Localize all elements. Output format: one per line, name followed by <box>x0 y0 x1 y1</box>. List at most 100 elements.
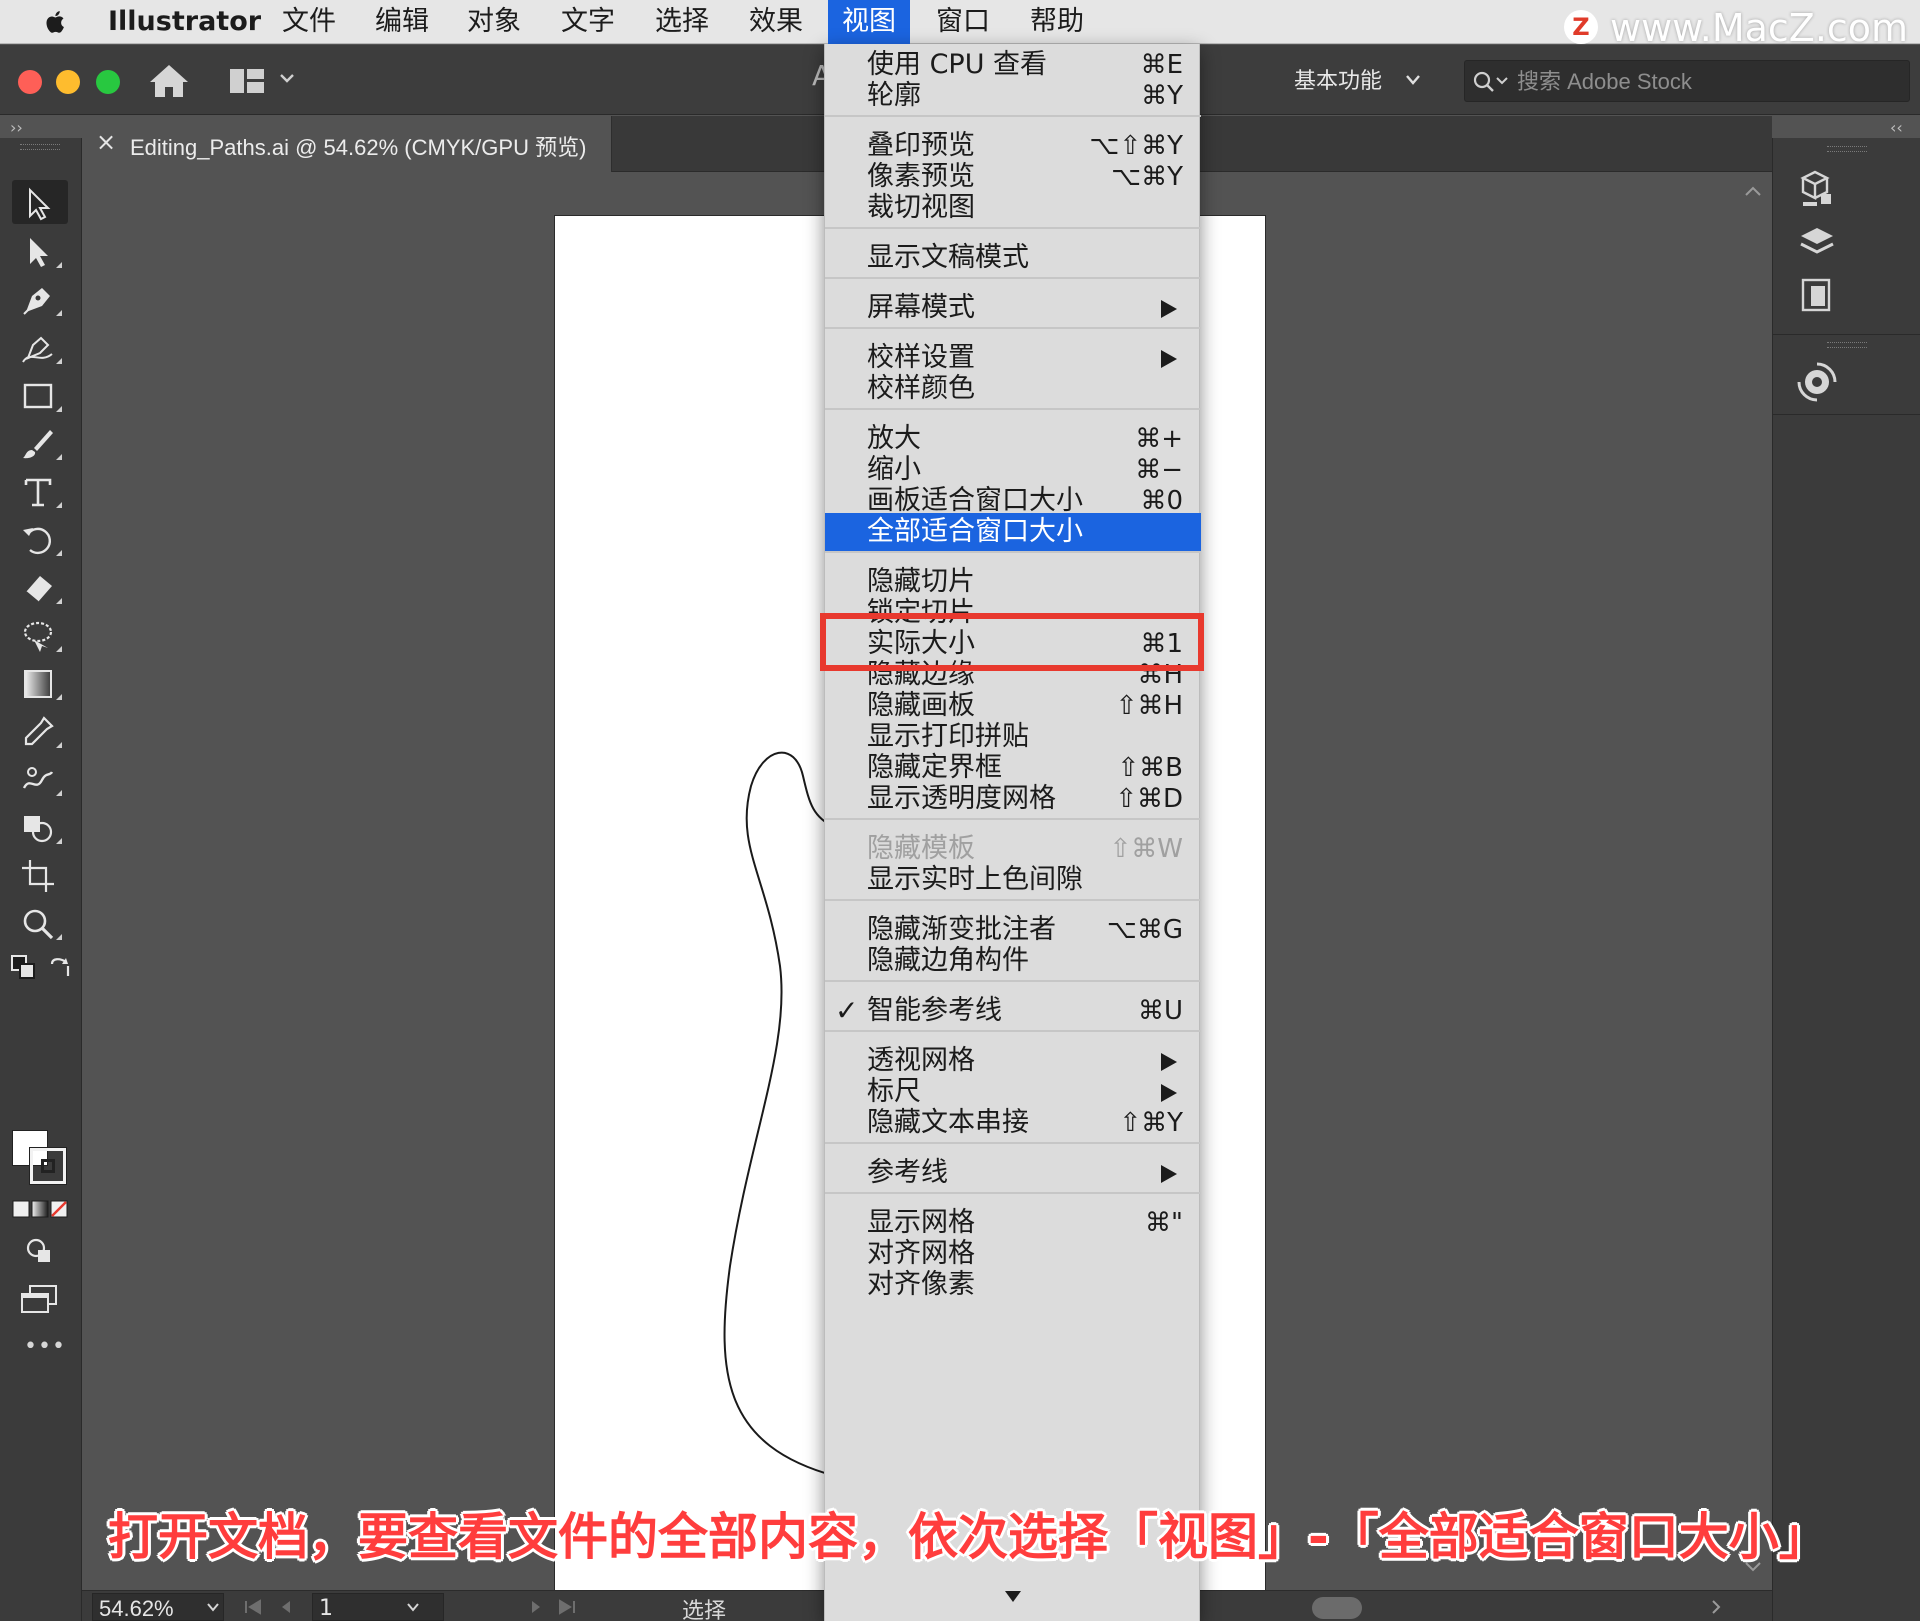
screen-mode-icon[interactable] <box>20 1284 58 1314</box>
panel-grip[interactable] <box>1827 146 1867 152</box>
stroke-color-swatch[interactable] <box>29 1147 67 1185</box>
default-fill-stroke-icon[interactable] <box>10 954 36 980</box>
close-window-button[interactable] <box>18 70 42 94</box>
view-menu-item[interactable]: 参考线 <box>825 1154 1201 1192</box>
panel-divider <box>1773 414 1920 415</box>
collapse-right-panel-button[interactable]: ‹‹ <box>1890 118 1903 137</box>
current-tool-status: 选择 <box>682 1599 727 1621</box>
rectangle-tool-icon <box>23 383 53 409</box>
artboard-number-field[interactable]: 1 <box>312 1593 444 1621</box>
chevron-down-icon[interactable] <box>405 1600 421 1614</box>
menu-item-label: 显示文稿模式 <box>867 242 1029 273</box>
menu-type[interactable]: 文字 <box>561 0 615 44</box>
menu-object[interactable]: 对象 <box>467 0 521 44</box>
view-menu-item[interactable]: 对齐像素 <box>825 1266 1201 1304</box>
pen-tool-icon <box>23 288 50 315</box>
lasso-tool[interactable] <box>12 612 68 656</box>
horizontal-scrollbar-thumb[interactable] <box>1312 1597 1362 1619</box>
next-artboard-icon[interactable] <box>528 1599 544 1615</box>
workspace-switcher[interactable]: 基本功能 <box>1294 63 1382 95</box>
document-tab[interactable]: × Editing_Paths.ai @ 54.62% (CMYK/GPU 预览… <box>82 116 612 172</box>
zoom-tool-icon <box>23 909 54 940</box>
menu-item-label: 显示透明度网格 <box>867 783 1056 814</box>
color-mode-icon[interactable] <box>12 1198 68 1220</box>
previous-artboard-icon[interactable] <box>278 1599 294 1615</box>
chevron-down-icon[interactable] <box>1404 73 1422 87</box>
menu-item-label: 校样颜色 <box>867 373 975 404</box>
lasso-tool-icon <box>23 621 53 652</box>
pen-tool[interactable] <box>12 276 68 320</box>
minimize-window-button[interactable] <box>56 70 80 94</box>
zoom-window-button[interactable] <box>96 70 120 94</box>
submenu-arrow-icon <box>1161 1053 1177 1071</box>
zoom-tool[interactable] <box>12 900 68 944</box>
chevron-down-icon[interactable] <box>205 1600 221 1614</box>
home-icon[interactable] <box>148 63 190 99</box>
close-tab-icon[interactable]: × <box>96 128 116 156</box>
panel-grip[interactable] <box>1827 342 1867 348</box>
menu-scroll-down-icon[interactable] <box>1003 1588 1023 1604</box>
search-input[interactable] <box>1517 67 1897 97</box>
puppet-warp-tool[interactable] <box>12 756 68 800</box>
libraries-icon[interactable] <box>1793 164 1841 212</box>
menu-edit[interactable]: 编辑 <box>375 0 429 44</box>
stock-search-box[interactable] <box>1464 60 1910 102</box>
menu-window[interactable]: 窗口 <box>936 0 990 44</box>
submenu-arrow-icon <box>1161 1165 1177 1183</box>
menu-view[interactable]: 视图 <box>828 0 910 44</box>
menu-item-label: 隐藏边角构件 <box>867 945 1029 976</box>
view-menu-item[interactable]: ✓ 智能参考线 ⌘U <box>825 992 1201 1030</box>
watermark-text: www.MacZ.com <box>1610 6 1909 50</box>
selection-tool[interactable] <box>12 180 68 224</box>
rectangle-tool[interactable] <box>12 372 68 416</box>
view-menu-item[interactable]: 全部适合窗口大小 <box>825 513 1201 551</box>
view-menu-item[interactable]: 隐藏边角构件 <box>825 942 1201 980</box>
artboards-panel-icon[interactable] <box>1793 272 1841 320</box>
eraser-tool[interactable] <box>12 564 68 608</box>
type-tool[interactable] <box>12 468 68 512</box>
swap-fill-stroke-icon[interactable] <box>48 954 74 980</box>
view-menu-dropdown: 使用 CPU 查看 ⌘E 轮廓 ⌘Y 叠印预览 ⌥⇧⌘Y 像素预览 ⌥⌘Y 裁切视图 显示文稿模式… <box>824 44 1201 1621</box>
view-menu-item[interactable]: 隐藏文本串接 ⇧⌘Y <box>825 1104 1201 1142</box>
scroll-up-icon[interactable] <box>1742 182 1764 200</box>
view-menu-item[interactable]: 显示实时上色间隙 <box>825 861 1201 899</box>
arrange-documents-icon[interactable] <box>228 67 266 95</box>
first-artboard-icon[interactable] <box>242 1599 264 1615</box>
artboard-tool[interactable] <box>12 852 68 896</box>
menu-help[interactable]: 帮助 <box>1030 0 1084 44</box>
gradient-tool[interactable] <box>12 660 68 704</box>
artboard-tool-icon <box>22 860 54 892</box>
apple-logo-icon[interactable] <box>42 8 70 36</box>
menu-select[interactable]: 选择 <box>655 0 709 44</box>
menu-separator <box>825 548 1201 556</box>
direct-selection-tool[interactable] <box>12 228 68 272</box>
view-menu-item[interactable]: 屏幕模式 <box>825 289 1201 327</box>
scroll-right-icon[interactable] <box>1708 1599 1724 1615</box>
view-menu-item[interactable]: 裁切视图 <box>825 189 1201 227</box>
macos-menu-bar: Illustrator 文件 编辑 对象 文字 选择 效果 视图 窗口 帮助 Z… <box>0 0 1920 50</box>
menu-app-name[interactable]: Illustrator <box>108 0 261 44</box>
drawing-mode-icon[interactable] <box>24 1236 54 1266</box>
view-menu-item[interactable]: 显示透明度网格 ⇧⌘D <box>825 780 1201 818</box>
menu-effect[interactable]: 效果 <box>749 0 803 44</box>
last-artboard-icon[interactable] <box>556 1599 578 1615</box>
eyedropper-tool[interactable] <box>12 708 68 752</box>
shape-builder-tool[interactable] <box>12 804 68 848</box>
collapse-tools-panel-button[interactable]: ›› <box>10 118 23 137</box>
rotate-tool[interactable] <box>12 516 68 560</box>
zoom-level-field[interactable]: 54.62% <box>92 1593 224 1621</box>
edit-toolbar-button[interactable]: ••• <box>24 1334 66 1359</box>
layers-icon[interactable] <box>1793 218 1841 266</box>
eraser-tool-icon <box>25 576 52 603</box>
type-tool-icon <box>24 478 52 507</box>
chevron-down-icon[interactable] <box>278 69 296 87</box>
paintbrush-tool[interactable] <box>12 420 68 464</box>
curvature-tool[interactable] <box>12 324 68 368</box>
view-menu-item[interactable]: 校样颜色 <box>825 370 1201 408</box>
panel-grip[interactable] <box>20 144 60 150</box>
menu-file[interactable]: 文件 <box>282 0 336 44</box>
view-menu-item[interactable]: 显示文稿模式 <box>825 239 1201 277</box>
menu-separator <box>825 815 1201 823</box>
view-menu-item[interactable]: 轮廓 ⌘Y <box>825 77 1201 115</box>
cc-libraries-sync-icon[interactable] <box>1793 358 1841 406</box>
